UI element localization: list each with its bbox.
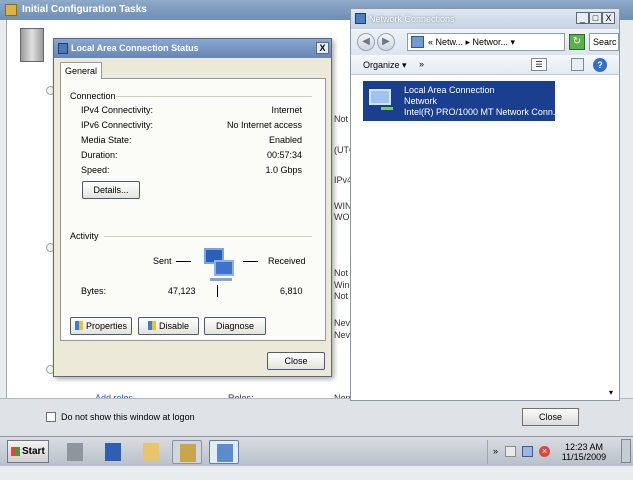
help-icon[interactable]: ? xyxy=(593,58,607,72)
do-not-show-label: Do not show this window at logon xyxy=(61,412,195,422)
ipv6-connectivity-value: No Internet access xyxy=(226,120,302,130)
details-button[interactable]: Details... xyxy=(82,181,140,199)
powershell-icon xyxy=(105,443,121,461)
command-bar: Organize ▾ » ☰ ? xyxy=(351,55,619,75)
tab-general[interactable]: General xyxy=(60,62,102,79)
server-tools-icon xyxy=(180,444,196,462)
clock-time: 12:23 AM xyxy=(564,442,604,452)
scroll-down-arrow-icon[interactable]: ▾ xyxy=(609,388,619,400)
bytes-sent-value: 47,123 xyxy=(168,286,196,296)
dialog-title: Local Area Connection Status xyxy=(71,43,199,53)
dialog-title-bar[interactable]: Local Area Connection Status X xyxy=(54,39,331,58)
uac-shield-icon xyxy=(74,321,83,330)
show-hidden-icons-button[interactable]: » xyxy=(490,446,501,457)
received-dash xyxy=(243,261,258,262)
minimize-button[interactable]: _ xyxy=(576,12,589,24)
system-clock[interactable]: 12:23 AM 11/15/2009 xyxy=(558,442,610,462)
network-status-icon xyxy=(58,43,68,54)
connection-adapter: Intel(R) PRO/1000 MT Network Conn... xyxy=(404,107,561,117)
media-state-value: Enabled xyxy=(268,135,302,145)
organize-menu[interactable]: Organize ▾ xyxy=(363,60,407,71)
refresh-button[interactable]: ↻ xyxy=(569,34,585,50)
local-area-connection-item[interactable]: Local Area Connection Network Intel(R) P… xyxy=(363,81,560,121)
duration-label: Duration: xyxy=(81,150,118,160)
system-tray: » × 12:23 AM 11/15/2009 xyxy=(487,440,622,464)
diagnose-button[interactable]: Diagnose xyxy=(204,317,266,335)
activity-group-label: Activity xyxy=(70,231,99,241)
network-connections-icon xyxy=(355,13,366,24)
connection-group-label: Connection xyxy=(70,91,116,101)
initial-config-taskbar-button[interactable] xyxy=(172,440,202,464)
activity-group-divider xyxy=(104,236,312,237)
powershell-taskbar-button[interactable] xyxy=(98,440,128,464)
bytes-separator xyxy=(217,285,218,297)
show-desktop-button[interactable] xyxy=(621,439,631,463)
start-button[interactable]: Start xyxy=(7,440,49,463)
do-not-show-checkbox[interactable] xyxy=(46,412,56,422)
maximize-button[interactable]: □ xyxy=(589,12,602,24)
nc-title-bar[interactable]: Network Connections _ □ X xyxy=(351,9,619,29)
network-adapter-icon xyxy=(367,87,395,113)
ipv4-connectivity-value: Internet xyxy=(271,105,302,115)
explorer-taskbar-button[interactable] xyxy=(136,440,166,464)
chevron-down-icon: ▾ xyxy=(402,60,407,70)
action-center-flag-icon[interactable] xyxy=(505,446,516,457)
ict-title: Initial Configuration Tasks xyxy=(22,4,147,15)
search-input[interactable]: Searc xyxy=(589,33,619,51)
server-manager-icon xyxy=(67,443,83,461)
taskbar: Start » × 12:23 AM 11/15/2009 xyxy=(0,436,633,466)
ipv6-connectivity-label: IPv6 Connectivity: xyxy=(81,120,154,130)
ict-peek-text: WIN xyxy=(334,201,352,211)
received-label: Received xyxy=(268,256,306,266)
network-connections-icon xyxy=(217,444,233,462)
bytes-label: Bytes: xyxy=(81,286,107,296)
address-bar: ◀ ▶ « Netw... ▸ Networ... ▾ ↻ Searc xyxy=(351,29,619,55)
speed-label: Speed: xyxy=(81,165,110,175)
ipv4-connectivity-label: IPv4 Connectivity: xyxy=(81,105,154,115)
close-window-button[interactable]: X xyxy=(602,12,615,24)
more-commands-button[interactable]: » xyxy=(419,59,424,69)
view-options-icon[interactable]: ☰ xyxy=(531,58,547,71)
connection-name: Local Area Connection xyxy=(404,85,495,95)
back-button[interactable]: ◀ xyxy=(357,33,375,51)
properties-button[interactable]: Properties xyxy=(70,317,132,335)
uac-shield-icon xyxy=(147,321,156,330)
duration-value: 00:57:34 xyxy=(266,150,302,160)
nc-title: Network Connections xyxy=(369,14,455,24)
disable-button[interactable]: Disable xyxy=(138,317,199,335)
volume-muted-icon[interactable]: × xyxy=(539,446,550,457)
general-tab-panel xyxy=(60,78,326,341)
connection-type: Network xyxy=(404,96,438,106)
network-connections-taskbar-button[interactable] xyxy=(209,440,239,464)
local-area-connection-status-dialog: Local Area Connection Status X General C… xyxy=(53,38,332,377)
network-tray-icon[interactable] xyxy=(522,446,533,457)
bytes-received-value: 6,810 xyxy=(280,286,303,296)
sent-label: Sent xyxy=(153,256,172,266)
ict-close-button[interactable]: Close xyxy=(522,408,579,426)
clock-date: 11/15/2009 xyxy=(561,452,607,462)
media-state-label: Media State: xyxy=(81,135,132,145)
address-input[interactable]: « Netw... ▸ Networ... ▾ xyxy=(407,33,565,51)
sent-dash xyxy=(176,261,191,262)
dialog-close-button[interactable]: Close xyxy=(267,352,325,370)
speed-value: 1.0 Gbps xyxy=(265,165,302,175)
server-tools-icon xyxy=(5,4,17,16)
network-folder-icon xyxy=(411,36,424,48)
server-manager-taskbar-button[interactable] xyxy=(60,440,90,464)
windows-flag-icon xyxy=(11,447,20,456)
network-connections-window: Network Connections _ □ X ◀ ▶ « Netw... … xyxy=(350,8,620,401)
forward-button[interactable]: ▶ xyxy=(377,33,395,51)
folder-icon xyxy=(143,443,159,461)
server-tools-banner-icon xyxy=(20,28,44,62)
network-activity-icon xyxy=(200,248,240,282)
preview-pane-icon[interactable] xyxy=(571,58,584,71)
address-path: « Netw... ▸ Networ... ▾ xyxy=(428,37,516,47)
connection-group-divider xyxy=(116,96,312,97)
dialog-close-x-button[interactable]: X xyxy=(316,42,329,54)
